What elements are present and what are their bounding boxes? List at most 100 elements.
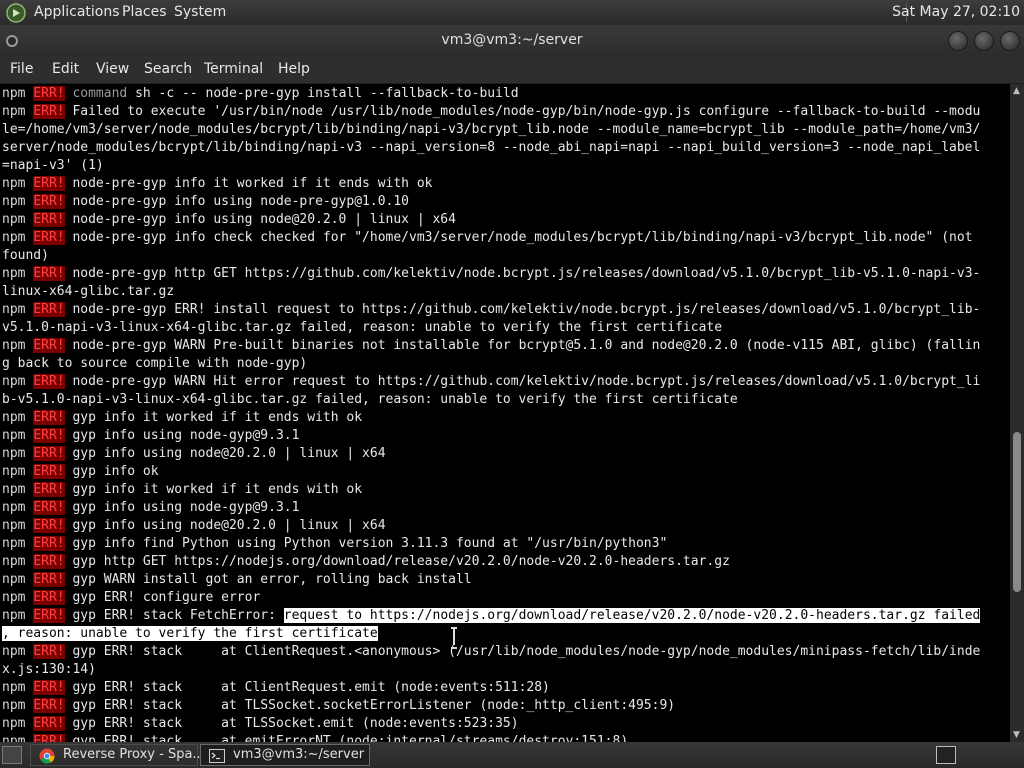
- terminal-line: npm ERR! gyp ERR! stack at ClientRequest…: [2, 679, 1010, 697]
- err-badge: ERR!: [33, 302, 65, 317]
- selected-text: , reason: unable to verify the first cer…: [2, 626, 378, 641]
- places-menu[interactable]: Places: [122, 4, 167, 20]
- err-badge: ERR!: [33, 590, 65, 605]
- terminal-line: npm ERR! node-pre-gyp info using node@20…: [2, 211, 1010, 229]
- terminal-line: npm ERR! node-pre-gyp WARN Hit error req…: [2, 373, 1010, 391]
- terminal-scrollbar[interactable]: ▲ ▼: [1010, 84, 1024, 742]
- line-text: node-pre-gyp WARN Pre-built binaries not…: [64, 338, 981, 353]
- line-text: npm: [2, 644, 34, 659]
- distro-logo-icon[interactable]: [6, 3, 26, 23]
- terminal-line: npm ERR! gyp ERR! stack at emitErrorNT (…: [2, 733, 1010, 742]
- terminal-line: found): [2, 247, 1010, 265]
- terminal-line: npm ERR! gyp ERR! configure error: [2, 589, 1010, 607]
- task-terminal[interactable]: vm3@vm3:~/server: [200, 744, 370, 766]
- terminal-line: g back to source compile with node-gyp): [2, 355, 1010, 373]
- applications-menu[interactable]: Applications: [34, 4, 120, 20]
- workspace-switcher-icon[interactable]: [936, 746, 956, 764]
- terminal-line: npm ERR! gyp info using node@20.2.0 | li…: [2, 445, 1010, 463]
- line-text: sh -c -- node-pre-gyp install --fallback…: [127, 86, 519, 101]
- line-text: gyp info find Python using Python versio…: [64, 536, 668, 551]
- menu-edit[interactable]: Edit: [52, 61, 79, 77]
- err-badge: ERR!: [33, 230, 65, 245]
- scroll-up-icon[interactable]: ▲: [1013, 86, 1020, 96]
- menu-file[interactable]: File: [10, 61, 33, 77]
- line-text: gyp info using node-gyp@9.3.1: [64, 500, 300, 515]
- line-text: npm: [2, 680, 34, 695]
- line-text: node-pre-gyp info using node-pre-gyp@1.0…: [64, 194, 409, 209]
- err-badge: ERR!: [33, 734, 65, 742]
- line-text: npm: [2, 698, 34, 713]
- terminal-line: npm ERR! node-pre-gyp WARN Pre-built bin…: [2, 337, 1010, 355]
- menu-terminal[interactable]: Terminal: [204, 61, 263, 77]
- line-text: gyp info it worked if it ends with ok: [64, 482, 363, 497]
- task-chrome[interactable]: Reverse Proxy - Spa...: [30, 744, 205, 766]
- terminal-line: npm ERR! node-pre-gyp info check checked…: [2, 229, 1010, 247]
- line-text: npm: [2, 194, 34, 209]
- line-text: g back to source compile with node-gyp): [2, 356, 308, 371]
- line-text: npm: [2, 428, 34, 443]
- err-badge: ERR!: [33, 212, 65, 227]
- task-label: vm3@vm3:~/server: [233, 747, 365, 762]
- err-badge: ERR!: [33, 410, 65, 425]
- line-text: command: [72, 86, 128, 101]
- err-badge: ERR!: [33, 500, 65, 515]
- err-badge: ERR!: [33, 194, 65, 209]
- terminal-output[interactable]: npm ERR! command sh -c -- node-pre-gyp i…: [0, 84, 1010, 742]
- terminal-line: linux-x64-glibc.tar.gz: [2, 283, 1010, 301]
- terminal-line: npm ERR! gyp ERR! stack at TLSSocket.emi…: [2, 715, 1010, 733]
- line-text: npm: [2, 536, 34, 551]
- minimize-button[interactable]: [948, 31, 968, 51]
- line-text: npm: [2, 212, 34, 227]
- menu-help[interactable]: Help: [278, 61, 310, 77]
- menu-view[interactable]: View: [96, 61, 129, 77]
- terminal-line: b-v5.1.0-napi-v3-linux-x64-glibc.tar.gz …: [2, 391, 1010, 409]
- line-text: gyp ERR! stack at TLSSocket.socketErrorL…: [64, 698, 676, 713]
- line-text: gyp info it worked if it ends with ok: [64, 410, 363, 425]
- line-text: npm: [2, 572, 34, 587]
- line-text: Failed to execute '/usr/bin/node /usr/li…: [64, 104, 981, 119]
- line-text: npm: [2, 374, 34, 389]
- window-titlebar[interactable]: vm3@vm3:~/server: [0, 25, 1024, 56]
- terminal-line: npm ERR! gyp info using node@20.2.0 | li…: [2, 517, 1010, 535]
- err-badge: ERR!: [33, 554, 65, 569]
- line-text: node-pre-gyp ERR! install request to htt…: [64, 302, 981, 317]
- terminal-line: x.js:130:14): [2, 661, 1010, 679]
- line-text: gyp info using node-gyp@9.3.1: [64, 428, 300, 443]
- line-text: npm: [2, 554, 34, 569]
- task-label: Reverse Proxy - Spa...: [63, 747, 205, 762]
- system-menu[interactable]: System: [174, 4, 226, 20]
- line-text: linux-x64-glibc.tar.gz: [2, 284, 175, 299]
- taskbar: Reverse Proxy - Spa... vm3@vm3:~/server: [0, 742, 1024, 768]
- terminal-line: npm ERR! gyp ERR! stack FetchError: requ…: [2, 607, 1010, 625]
- line-text: npm: [2, 230, 34, 245]
- err-badge: ERR!: [33, 338, 65, 353]
- line-text: npm: [2, 590, 34, 605]
- menu-search[interactable]: Search: [144, 61, 192, 77]
- top-panel: Applications Places System Sat May 27, 0…: [0, 0, 1024, 25]
- line-text: npm: [2, 176, 34, 191]
- err-badge: ERR!: [33, 464, 65, 479]
- maximize-button[interactable]: [974, 31, 994, 51]
- err-badge: ERR!: [33, 716, 65, 731]
- terminal-line: npm ERR! node-pre-gyp ERR! install reque…: [2, 301, 1010, 319]
- line-text: npm: [2, 608, 34, 623]
- close-button[interactable]: [1000, 31, 1020, 51]
- line-text: gyp info ok: [64, 464, 159, 479]
- terminal-line: npm ERR! Failed to execute '/usr/bin/nod…: [2, 103, 1010, 121]
- show-desktop-button[interactable]: [2, 746, 22, 764]
- clock[interactable]: Sat May 27, 02:10: [892, 4, 1020, 20]
- terminal-line: npm ERR! gyp info using node-gyp@9.3.1: [2, 499, 1010, 517]
- line-text: server/node_modules/bcrypt/lib/binding/n…: [2, 140, 981, 155]
- line-text: b-v5.1.0-napi-v3-linux-x64-glibc.tar.gz …: [2, 392, 738, 407]
- err-badge: ERR!: [33, 608, 65, 623]
- scroll-down-icon[interactable]: ▼: [1013, 730, 1020, 740]
- line-text: npm: [2, 266, 34, 281]
- line-text: gyp ERR! stack at ClientRequest.<anonymo…: [64, 644, 981, 659]
- err-badge: ERR!: [33, 176, 65, 191]
- scrollbar-thumb[interactable]: [1013, 432, 1021, 592]
- terminal-menubar: File Edit View Search Terminal Help: [0, 56, 1024, 84]
- line-text: npm: [2, 302, 34, 317]
- line-text: gyp ERR! stack FetchError:: [64, 608, 284, 623]
- err-badge: ERR!: [33, 518, 65, 533]
- line-text: node-pre-gyp info it worked if it ends w…: [64, 176, 433, 191]
